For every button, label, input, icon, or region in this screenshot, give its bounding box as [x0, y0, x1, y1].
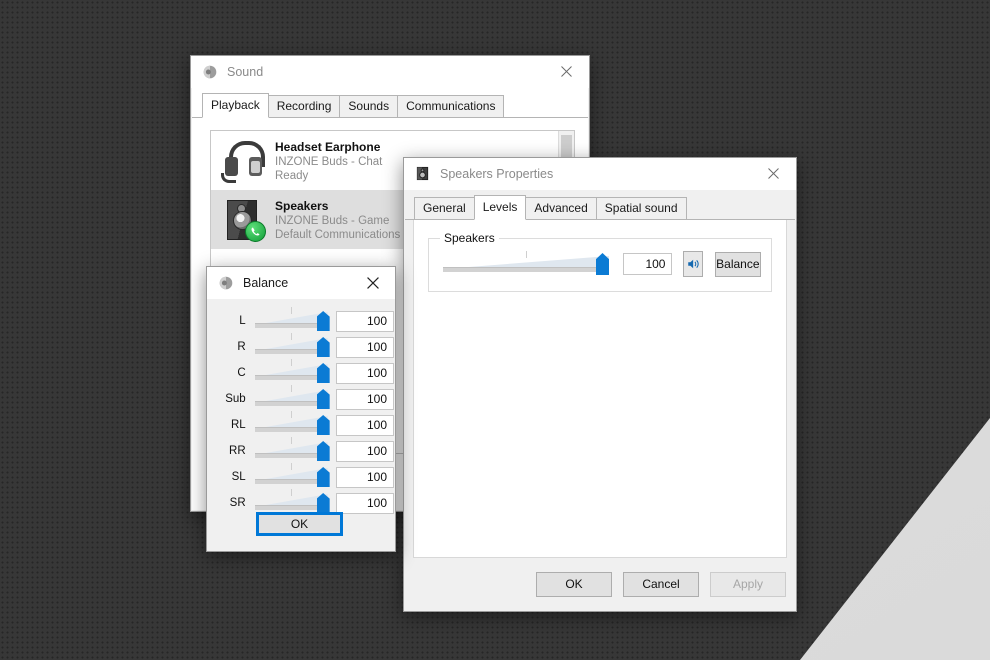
channel-label: Sub	[216, 393, 246, 405]
tab-recording[interactable]: Recording	[268, 95, 341, 118]
tab-general[interactable]: General	[414, 197, 475, 220]
sound-tabstrip[interactable]: Playback Recording Sounds Communications	[192, 96, 588, 118]
properties-window-title: Speakers Properties	[440, 167, 553, 181]
tab-spatial-sound[interactable]: Spatial sound	[596, 197, 687, 220]
apply-button: Apply	[710, 572, 786, 597]
channel-value-box[interactable]: 100	[336, 363, 394, 384]
device-name: Headset Earphone	[275, 140, 382, 155]
volume-value-box[interactable]: 100	[623, 253, 672, 275]
balance-ok-button[interactable]: OK	[256, 512, 343, 536]
channel-slider[interactable]	[255, 467, 328, 487]
balance-dialog-title: Balance	[243, 276, 288, 290]
group-label: Speakers	[440, 231, 499, 245]
channel-row: SL 100	[208, 464, 394, 490]
properties-footer: OK Cancel Apply	[405, 558, 795, 610]
channel-row: RL 100	[208, 412, 394, 438]
channel-label: C	[216, 367, 246, 379]
speaker-box-icon	[415, 166, 431, 182]
channel-row: Sub 100	[208, 386, 394, 412]
speaker-icon	[202, 64, 218, 80]
channel-slider[interactable]	[255, 389, 328, 409]
channel-slider[interactable]	[255, 415, 328, 435]
channel-label: RL	[216, 419, 246, 431]
speaker-box-icon	[221, 197, 265, 241]
speakers-properties-window[interactable]: Speakers Properties General Levels Advan…	[403, 157, 797, 612]
sound-window-title: Sound	[227, 65, 263, 79]
speakers-level-row: 100 Balance	[443, 251, 761, 277]
balance-dialog-body: L 100 R 100 C	[208, 299, 394, 550]
tab-levels[interactable]: Levels	[474, 195, 527, 220]
ok-button[interactable]: OK	[536, 572, 612, 597]
channel-row: L 100	[208, 308, 394, 334]
channel-slider[interactable]	[255, 493, 328, 513]
channel-value-box[interactable]: 100	[336, 311, 394, 332]
channel-value-box[interactable]: 100	[336, 493, 394, 514]
channel-label: L	[216, 315, 246, 327]
properties-tabstrip[interactable]: General Levels Advanced Spatial sound	[405, 198, 795, 220]
balance-titlebar[interactable]: Balance	[207, 267, 395, 299]
channel-label: SR	[216, 497, 246, 509]
balance-dialog[interactable]: Balance L 100 R 100	[206, 266, 396, 552]
levels-tab-panel: Speakers 100 Balance	[413, 220, 787, 558]
tab-sounds[interactable]: Sounds	[339, 95, 398, 118]
properties-window-body: General Levels Advanced Spatial sound Sp…	[405, 190, 795, 610]
tab-communications[interactable]: Communications	[397, 95, 504, 118]
channel-value-box[interactable]: 100	[336, 467, 394, 488]
close-icon[interactable]	[544, 56, 589, 87]
device-subtitle: INZONE Buds - Chat	[275, 155, 382, 169]
close-icon[interactable]	[751, 158, 796, 189]
channel-row: C 100	[208, 360, 394, 386]
cancel-button[interactable]: Cancel	[623, 572, 699, 597]
phone-badge-icon	[245, 221, 266, 242]
volume-slider[interactable]	[443, 253, 609, 275]
channel-label: RR	[216, 445, 246, 457]
channel-value-box[interactable]: 100	[336, 415, 394, 436]
device-name: Speakers	[275, 199, 400, 214]
channel-row: RR 100	[208, 438, 394, 464]
channel-label: SL	[216, 471, 246, 483]
device-status: Default Communications	[275, 228, 400, 242]
channel-slider[interactable]	[255, 337, 328, 357]
channel-slider[interactable]	[255, 311, 328, 331]
channel-value-box[interactable]: 100	[336, 389, 394, 410]
headset-icon	[221, 138, 265, 182]
speakers-level-group: Speakers 100 Balance	[428, 238, 772, 292]
speaker-icon	[218, 275, 234, 291]
sound-titlebar[interactable]: Sound	[191, 56, 589, 88]
channel-slider[interactable]	[255, 441, 328, 461]
channel-value-box[interactable]: 100	[336, 337, 394, 358]
speaker-wave-icon[interactable]	[683, 251, 702, 277]
channel-row: R 100	[208, 334, 394, 360]
device-subtitle: INZONE Buds - Game	[275, 214, 400, 228]
tab-advanced[interactable]: Advanced	[525, 197, 596, 220]
device-status: Ready	[275, 169, 382, 183]
properties-titlebar[interactable]: Speakers Properties	[404, 158, 796, 190]
channel-value-box[interactable]: 100	[336, 441, 394, 462]
balance-button[interactable]: Balance	[715, 252, 761, 277]
channel-label: R	[216, 341, 246, 353]
close-icon[interactable]	[350, 267, 395, 298]
tab-playback[interactable]: Playback	[202, 93, 269, 118]
channel-slider[interactable]	[255, 363, 328, 383]
